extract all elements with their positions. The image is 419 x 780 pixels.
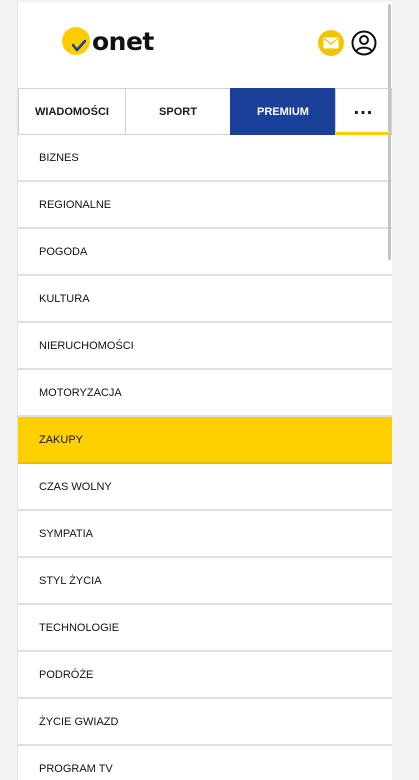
scrollbar[interactable] [388, 4, 391, 260]
user-account-button[interactable] [351, 30, 377, 56]
tab-premium[interactable]: PREMIUM [230, 88, 335, 135]
menu-item-czas-wolny[interactable]: CZAS WOLNY [18, 464, 392, 511]
menu-item-sympatia[interactable]: SYMPATIA [18, 511, 392, 558]
header: onet [18, 2, 392, 88]
menu-item-zakupy[interactable]: ZAKUPY [18, 417, 392, 464]
menu-item-program-tv[interactable]: PROGRAM TV [18, 746, 392, 780]
menu-item-podroze[interactable]: PODRÓŻE [18, 652, 392, 699]
category-menu: BIZNES REGIONALNE POGODA KULTURA NIERUCH… [18, 135, 392, 780]
menu-item-technologie[interactable]: TECHNOLOGIE [18, 605, 392, 652]
section-tabs: WIADOMOŚCI SPORT PREMIUM ... [18, 88, 392, 135]
more-tabs-button[interactable]: ... [335, 88, 392, 135]
mail-button[interactable] [318, 30, 344, 56]
menu-item-pogoda[interactable]: POGODA [18, 229, 392, 276]
user-account-icon [351, 30, 377, 56]
menu-item-motoryzacja[interactable]: MOTORYZACJA [18, 370, 392, 417]
tab-wiadomosci[interactable]: WIADOMOŚCI [18, 88, 125, 135]
menu-item-regionalne[interactable]: REGIONALNE [18, 182, 392, 229]
menu-item-nieruchomosci[interactable]: NIERUCHOMOŚCI [18, 323, 392, 370]
mail-icon [323, 37, 339, 49]
menu-item-zycie-gwiazd[interactable]: ŻYCIE GWIAZD [18, 699, 392, 746]
menu-item-biznes[interactable]: BIZNES [18, 135, 392, 182]
onet-logo[interactable]: onet [62, 27, 154, 57]
logo-text: onet [92, 27, 154, 56]
navigation-panel: onet WIADOMOŚCI SPORT PREMIUM ... BIZNES… [17, 2, 392, 780]
menu-item-styl-zycia[interactable]: STYL ŻYCIA [18, 558, 392, 605]
menu-item-kultura[interactable]: KULTURA [18, 276, 392, 323]
logo-mark-icon [62, 27, 92, 57]
tab-sport[interactable]: SPORT [125, 88, 230, 135]
